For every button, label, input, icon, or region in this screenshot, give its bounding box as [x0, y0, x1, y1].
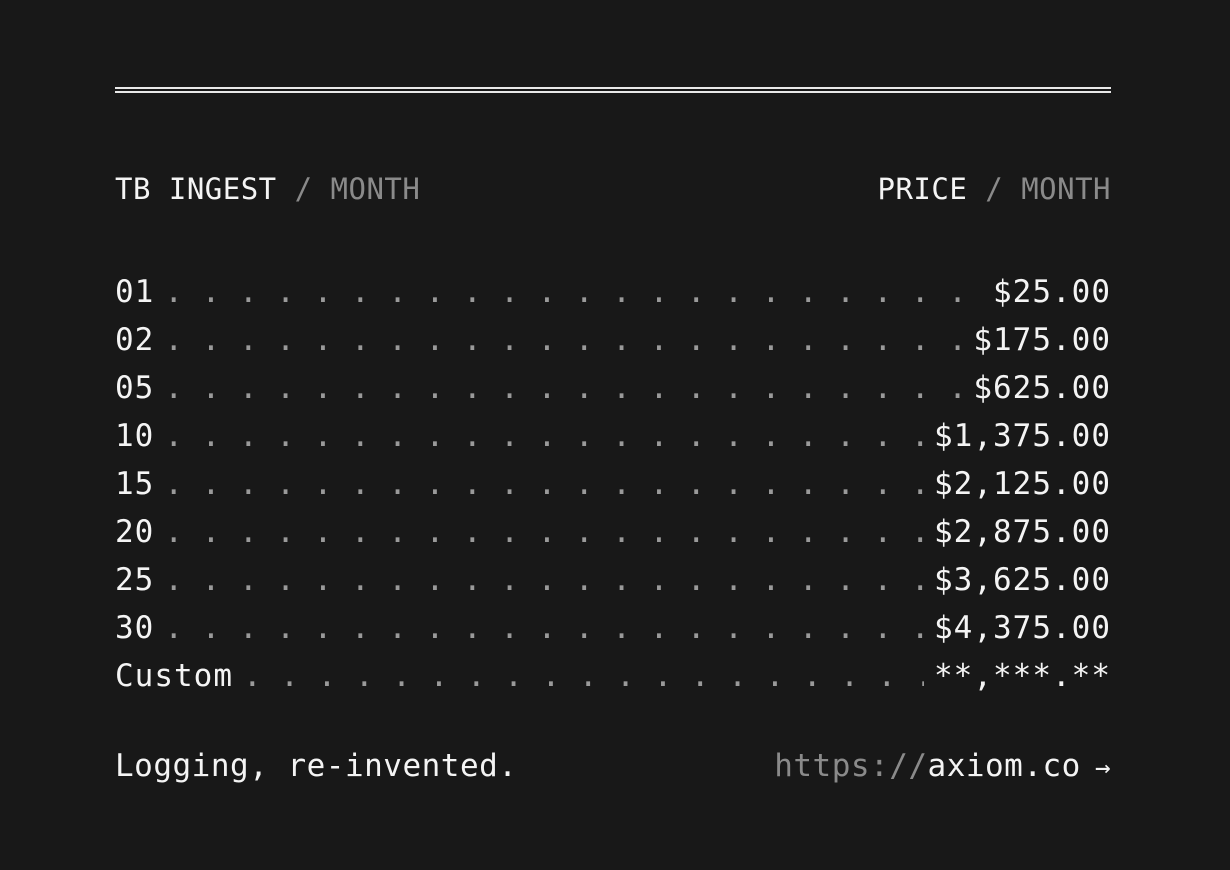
price-value: $625.00 — [973, 370, 1111, 406]
ingest-amount: Custom — [115, 658, 233, 694]
dot-leader — [243, 652, 924, 700]
dot-leader — [164, 316, 963, 364]
footer: Logging, re-invented. https://axiom.co → — [115, 746, 1111, 788]
dot-leader — [164, 556, 924, 604]
ingest-separator: / — [276, 172, 331, 206]
price-value: **,***.** — [934, 658, 1111, 694]
dot-leader — [164, 412, 924, 460]
url-scheme: https:// — [774, 748, 928, 784]
price-value: $175.00 — [973, 322, 1111, 358]
dot-leader — [164, 604, 924, 652]
ingest-amount: 02 — [115, 322, 155, 358]
price-value: $2,125.00 — [934, 466, 1111, 502]
price-table: 01 $25.00 02 $175.00 05 $625.00 10 $1,37… — [115, 268, 1111, 700]
price-value: $4,375.00 — [934, 610, 1111, 646]
table-row: 01 $25.00 — [115, 268, 1111, 316]
ingest-amount: 25 — [115, 562, 155, 598]
ingest-label: TB INGEST — [115, 172, 277, 206]
ingest-amount: 15 — [115, 466, 155, 502]
table-row: 02 $175.00 — [115, 316, 1111, 364]
ingest-amount: 30 — [115, 610, 155, 646]
price-value: $2,875.00 — [934, 514, 1111, 550]
arrow-right-icon: → — [1094, 753, 1111, 783]
table-row: 10 $1,375.00 — [115, 412, 1111, 460]
price-unit: MONTH — [1021, 172, 1111, 206]
table-row: 25 $3,625.00 — [115, 556, 1111, 604]
website-link[interactable]: https://axiom.co → — [774, 746, 1111, 788]
table-row: 05 $625.00 — [115, 364, 1111, 412]
price-separator: / — [967, 172, 1022, 206]
table-row: 30 $4,375.00 — [115, 604, 1111, 652]
column-header-ingest: TB INGEST / MONTH — [115, 172, 420, 206]
double-divider — [115, 87, 1111, 93]
column-header-price: PRICE / MONTH — [877, 172, 1111, 206]
dot-leader — [164, 268, 983, 316]
ingest-unit: MONTH — [330, 172, 421, 206]
table-header: TB INGEST / MONTH PRICE / MONTH — [115, 172, 1111, 206]
table-row: Custom **,***.** — [115, 652, 1111, 700]
tagline: Logging, re-invented. — [115, 748, 518, 784]
price-value: $1,375.00 — [934, 418, 1111, 454]
ingest-amount: 10 — [115, 418, 155, 454]
ingest-amount: 05 — [115, 370, 155, 406]
dot-leader — [164, 364, 963, 412]
dot-leader — [164, 508, 924, 556]
table-row: 15 $2,125.00 — [115, 460, 1111, 508]
url-host: axiom.co — [927, 748, 1081, 784]
price-value: $25.00 — [993, 274, 1111, 310]
dot-leader — [164, 460, 924, 508]
price-sheet: TB INGEST / MONTH PRICE / MONTH 01 $25.0… — [115, 87, 1111, 788]
price-value: $3,625.00 — [934, 562, 1111, 598]
table-row: 20 $2,875.00 — [115, 508, 1111, 556]
price-label: PRICE — [877, 172, 968, 206]
ingest-amount: 01 — [115, 274, 155, 310]
ingest-amount: 20 — [115, 514, 155, 550]
